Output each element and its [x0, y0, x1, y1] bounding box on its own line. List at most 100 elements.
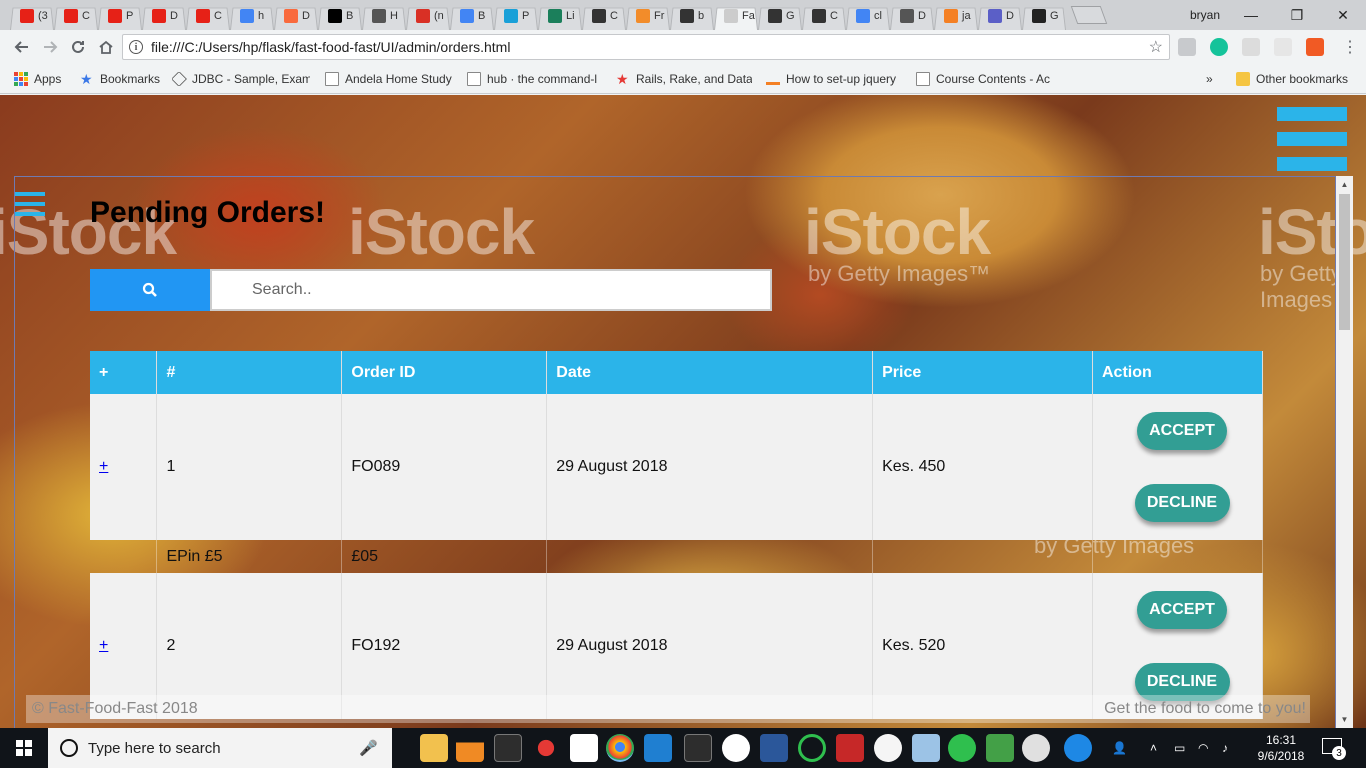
paint-icon[interactable] [1022, 734, 1050, 762]
info-icon[interactable]: i [129, 40, 143, 54]
terminal-icon[interactable] [494, 734, 522, 762]
expand-row-link[interactable]: + [99, 637, 108, 654]
file-explorer-icon[interactable] [420, 734, 448, 762]
battery-icon[interactable]: ▭ [1174, 728, 1185, 768]
browser-tab[interactable]: Fr [624, 2, 672, 30]
home-icon[interactable] [92, 33, 120, 61]
decline-button[interactable]: DECLINE [1134, 484, 1230, 522]
tab-title: Fa [742, 10, 755, 22]
chrome-icon[interactable] [606, 734, 634, 762]
restore-button[interactable]: ❐ [1274, 0, 1320, 30]
browser-tab[interactable]: D [976, 2, 1024, 30]
menu-kebab-icon[interactable]: ⋮ [1336, 33, 1364, 61]
volume-icon[interactable]: ♪ [1222, 728, 1228, 768]
app-icon[interactable] [912, 734, 940, 762]
grammarly-icon[interactable] [1210, 38, 1228, 56]
help-icon[interactable] [1064, 734, 1092, 762]
bookmark-bookmarks[interactable]: ★ Bookmarks [80, 72, 160, 86]
browser-tab[interactable]: B [316, 2, 364, 30]
smiley-icon[interactable] [874, 734, 902, 762]
tab-title: G [1050, 10, 1059, 22]
browser-tab[interactable]: G [1020, 2, 1068, 30]
microphone-icon[interactable]: 🎤 [359, 739, 378, 757]
bookmark-other[interactable]: Other bookmarks [1236, 71, 1348, 86]
extension-icon[interactable] [1306, 38, 1324, 56]
bookmark-course[interactable]: Course Contents - Ac [916, 71, 1052, 86]
scroll-down-arrow-icon[interactable]: ▼ [1336, 711, 1353, 728]
browser-tab[interactable]: Fa [712, 2, 760, 30]
people-icon[interactable]: 👤 [1112, 728, 1127, 768]
taskbar-clock[interactable]: 16:31 9/6/2018 [1248, 732, 1314, 764]
scroll-up-arrow-icon[interactable]: ▲ [1336, 176, 1353, 193]
url-text[interactable]: file:///C:/Users/hp/flask/fast-food-fast… [151, 39, 510, 55]
browser-tab[interactable]: C [184, 2, 232, 30]
tab-title: cl [874, 10, 882, 22]
profile-name[interactable]: bryan [1190, 8, 1220, 22]
start-button[interactable] [0, 728, 48, 768]
accept-button[interactable]: ACCEPT [1137, 412, 1227, 450]
new-tab-button[interactable] [1070, 6, 1108, 24]
browser-tab[interactable]: B [448, 2, 496, 30]
bookmark-andela[interactable]: Andela Home Study [325, 71, 452, 86]
back-icon[interactable] [8, 33, 36, 61]
sidebar-toggle-icon[interactable] [15, 192, 45, 216]
app-icon[interactable] [532, 734, 560, 762]
address-bar[interactable]: i file:///C:/Users/hp/flask/fast-food-fa… [122, 34, 1170, 60]
extension-icon[interactable] [1178, 38, 1196, 56]
app-icon[interactable] [570, 734, 598, 762]
app-icon[interactable] [948, 734, 976, 762]
browser-tab[interactable]: P [492, 2, 540, 30]
reload-icon[interactable] [64, 33, 92, 61]
browser-tab[interactable]: D [888, 2, 936, 30]
bookmark-rails[interactable]: ★ Rails, Rake, and Datal [616, 72, 752, 86]
browser-tab[interactable]: b [668, 2, 716, 30]
search-button[interactable] [90, 269, 210, 311]
tab-favicon-icon [504, 9, 518, 23]
scrollbar-thumb[interactable] [1339, 194, 1350, 330]
browser-tab[interactable]: D [140, 2, 188, 30]
bookmark-apps[interactable]: Apps [14, 71, 61, 86]
app-icon[interactable] [986, 734, 1014, 762]
browser-tab[interactable]: (3 [8, 2, 56, 30]
browser-tab[interactable]: (n [404, 2, 452, 30]
slack-icon[interactable] [722, 734, 750, 762]
bookmark-jdbc[interactable]: JDBC - Sample, Exam [172, 71, 310, 86]
bookmark-hub[interactable]: hub · the command-l [467, 71, 601, 86]
expand-row-link[interactable]: + [99, 458, 108, 475]
extension-icon[interactable] [1274, 38, 1292, 56]
app-icon[interactable] [836, 734, 864, 762]
browser-tab[interactable]: cl [844, 2, 892, 30]
search-input[interactable] [210, 269, 772, 311]
page-scrollbar[interactable]: ▲ ▼ [1336, 176, 1353, 728]
browser-tab[interactable]: P [96, 2, 144, 30]
browser-tab[interactable]: D [272, 2, 320, 30]
browser-tab[interactable]: Li [536, 2, 584, 30]
minimize-button[interactable]: — [1228, 0, 1274, 30]
hamburger-menu-icon[interactable] [1277, 107, 1347, 171]
forward-icon[interactable] [36, 33, 64, 61]
accept-button[interactable]: ACCEPT [1137, 591, 1227, 629]
vscode-icon[interactable] [644, 734, 672, 762]
browser-tab[interactable]: C [580, 2, 628, 30]
bookmarks-overflow-chevron[interactable]: » [1206, 72, 1213, 86]
browser-tab[interactable]: C [800, 2, 848, 30]
vlc-icon[interactable] [456, 734, 484, 762]
browser-tab[interactable]: ja [932, 2, 980, 30]
browser-tab[interactable]: C [52, 2, 100, 30]
wifi-icon[interactable]: ◠ [1198, 728, 1208, 768]
close-window-button[interactable]: ✕ [1320, 0, 1366, 30]
extension-page-icon[interactable] [1242, 38, 1260, 56]
taskbar-search-box[interactable]: Type here to search 🎤 [48, 728, 392, 768]
browser-tab[interactable]: H [360, 2, 408, 30]
tab-favicon-icon [196, 9, 210, 23]
tab-title: D [170, 10, 178, 22]
terminal-icon[interactable] [684, 734, 712, 762]
browser-tab[interactable]: h [228, 2, 276, 30]
browser-tab[interactable]: G [756, 2, 804, 30]
bookmark-star-icon[interactable]: ☆ [1149, 37, 1163, 57]
diamond-icon [172, 71, 187, 86]
app-icon[interactable] [798, 734, 826, 762]
bookmark-jquery[interactable]: How to set-up jquery [766, 71, 902, 86]
word-icon[interactable] [760, 734, 788, 762]
tray-chevron-icon[interactable]: ˄ [1150, 728, 1157, 768]
